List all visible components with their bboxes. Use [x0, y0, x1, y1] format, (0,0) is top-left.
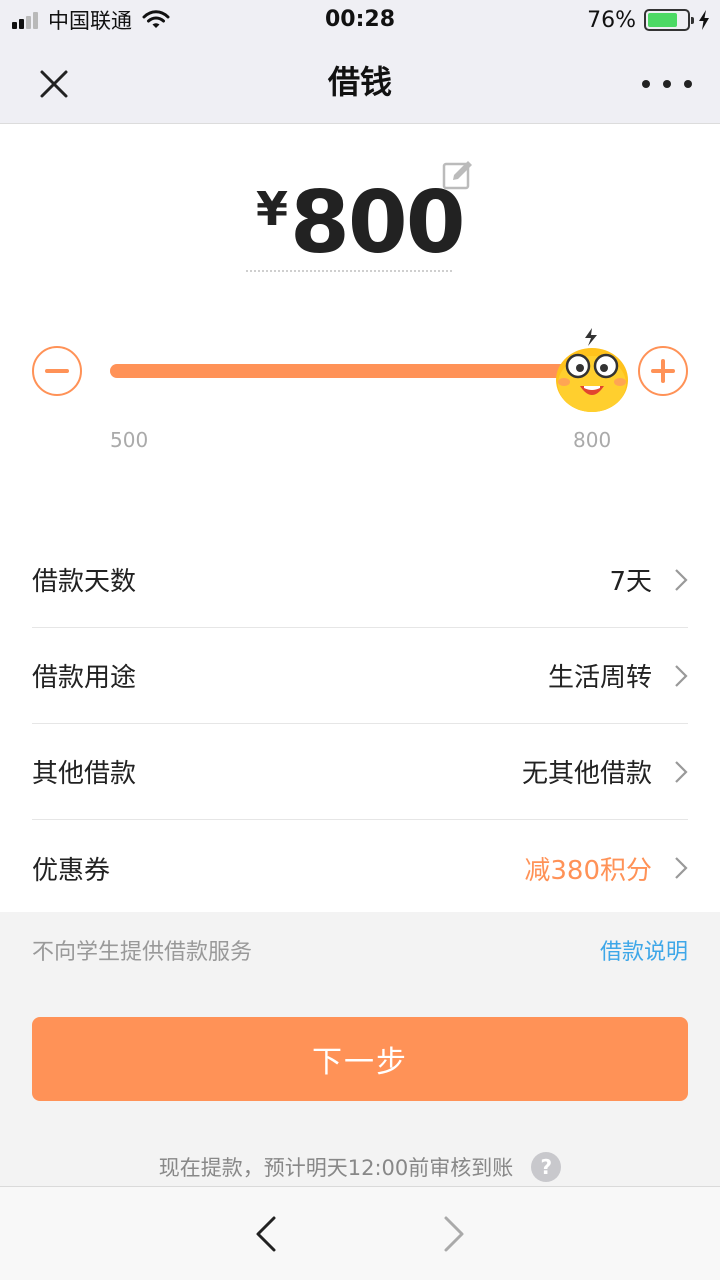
status-left: 中国联通: [12, 0, 170, 40]
row-label: 优惠券: [32, 855, 111, 886]
review-note-text: 现在提款，预计明天12:00前审核到账: [158, 1156, 514, 1180]
review-note: 现在提款，预计明天12:00前审核到账 ?: [0, 1152, 720, 1182]
forward-arrow-icon[interactable]: [440, 1215, 468, 1253]
row-value: 生活周转: [547, 663, 652, 693]
more-button[interactable]: [642, 66, 692, 102]
row-value: 7天: [609, 567, 652, 597]
currency-symbol: ¥: [256, 182, 289, 236]
tips-row: 不向学生提供借款服务 借款说明: [32, 934, 688, 966]
row-label: 借款天数: [32, 567, 137, 597]
bottom-nav-bar: [0, 1186, 720, 1280]
row-loan-days[interactable]: 借款天数 7天: [32, 532, 688, 628]
battery-percent: 76%: [587, 7, 636, 33]
minus-icon: [45, 369, 69, 373]
row-other-loans[interactable]: 其他借款 无其他借款: [32, 724, 688, 820]
slider-min-label: 500: [110, 428, 149, 452]
row-coupon[interactable]: 优惠券 减380积分: [32, 820, 688, 916]
slider-max-label: 800: [573, 428, 612, 452]
battery-icon: [644, 9, 694, 31]
wifi-icon: [142, 10, 170, 28]
student-notice: 不向学生提供借款服务: [32, 940, 253, 965]
next-step-button[interactable]: 下一步: [32, 1017, 688, 1101]
row-value: 减380积分: [524, 855, 652, 886]
slider-thumb-mascot-icon[interactable]: [552, 322, 632, 414]
close-button[interactable]: [32, 62, 76, 106]
more-icon: [642, 80, 650, 88]
signal-icon: [12, 11, 40, 29]
chevron-right-icon: [675, 857, 688, 879]
edit-icon[interactable]: [442, 158, 476, 192]
battery-level: [648, 13, 677, 27]
close-icon: [40, 70, 68, 98]
more-icon: [684, 80, 692, 88]
slider-fill: [110, 364, 590, 378]
nav-bar: 借钱: [0, 40, 720, 124]
chevron-right-icon: [675, 568, 688, 591]
increase-button[interactable]: [638, 346, 688, 396]
row-value: 无其他借款: [521, 759, 652, 789]
status-bar: 中国联通 00:28 76%: [0, 0, 720, 40]
page-title: 借钱: [327, 63, 392, 101]
row-loan-purpose[interactable]: 借款用途 生活周转: [32, 628, 688, 724]
status-right: 76%: [587, 0, 710, 40]
row-label: 其他借款: [32, 759, 137, 789]
plus-icon: [651, 359, 675, 383]
chevron-right-icon: [675, 760, 688, 783]
decrease-button[interactable]: [32, 346, 82, 396]
loan-card: ¥ 800 500 800 借款天数 7天 借款用途 生活周转 其他借款 无其他…: [0, 124, 720, 912]
row-label: 借款用途: [32, 663, 137, 693]
more-icon: [663, 80, 671, 88]
help-icon[interactable]: ?: [531, 1152, 562, 1182]
charging-icon: [699, 10, 709, 30]
loan-info-link[interactable]: 借款说明: [600, 934, 688, 966]
back-arrow-icon[interactable]: [252, 1215, 280, 1253]
chevron-right-icon: [675, 664, 688, 687]
carrier-name: 中国联通: [48, 9, 132, 33]
loan-amount-field[interactable]: ¥ 800: [246, 174, 466, 272]
amount-slider[interactable]: [110, 364, 590, 378]
loan-amount: 800: [290, 173, 466, 273]
